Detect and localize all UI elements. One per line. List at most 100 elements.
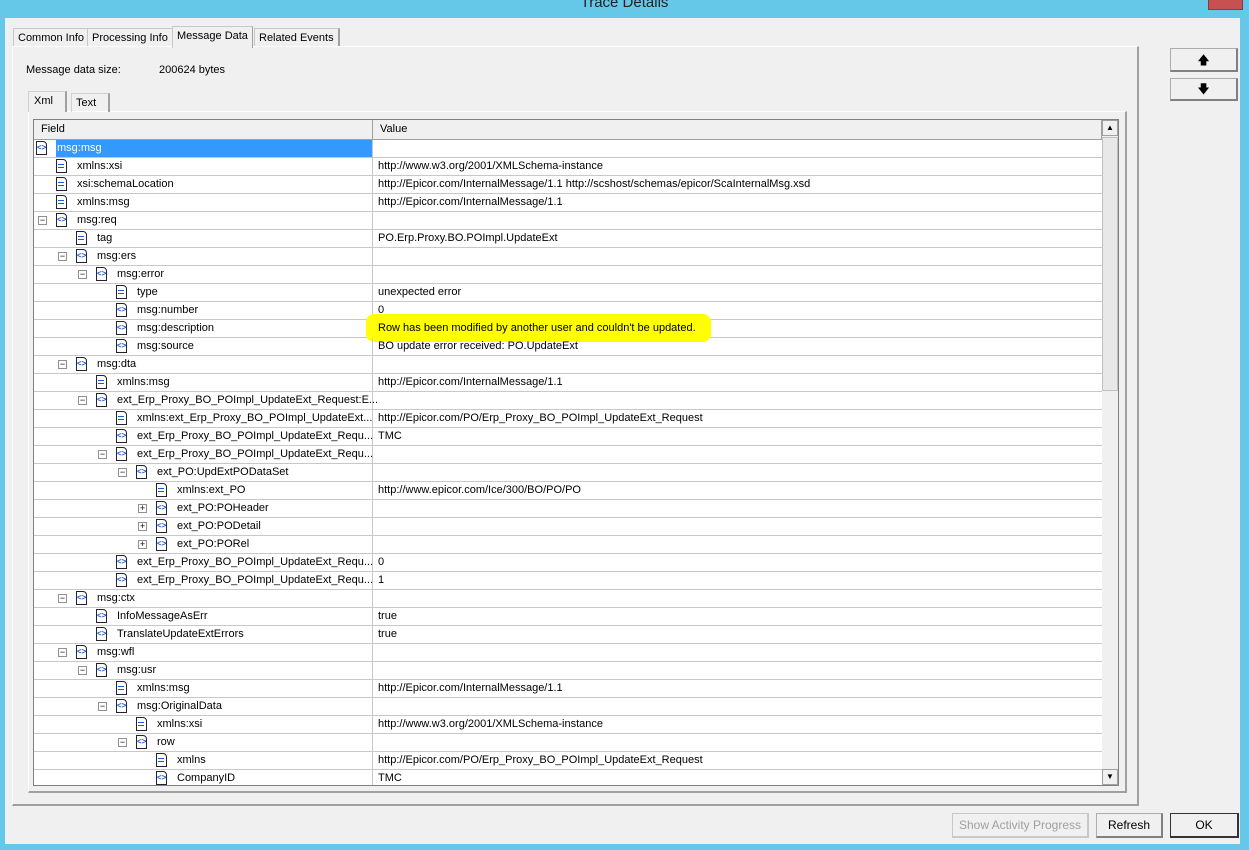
collapse-icon[interactable]: −	[38, 216, 47, 225]
table-row[interactable]: − <> ext_PO:UpdExtPODataSet	[34, 464, 1102, 482]
xml-element-icon: <>	[156, 771, 167, 785]
tab-xml[interactable]: Xml	[28, 91, 67, 112]
field-value: BO update error received: PO.UpdateExt	[378, 338, 578, 355]
column-header-field[interactable]: Field	[34, 120, 373, 139]
table-row[interactable]: xmlns http://Epicor.com/PO/Erp_Proxy_BO_P…	[34, 752, 1102, 770]
close-button[interactable]	[1208, 0, 1243, 10]
xml-element-icon: <>	[156, 519, 167, 533]
selection-highlight	[56, 140, 372, 157]
field-name: xmlns:msg	[117, 376, 170, 388]
field-name: msg:OriginalData	[137, 700, 222, 712]
collapse-icon[interactable]: −	[98, 450, 107, 459]
xml-element-icon: <>	[56, 213, 67, 227]
show-activity-progress-button[interactable]: Show Activity Progress	[952, 813, 1089, 838]
table-row[interactable]: − <> ext_Erp_Proxy_BO_POImpl_UpdateExt_Req…	[34, 446, 1102, 464]
table-row[interactable]: <> msg:msg	[34, 140, 1102, 158]
table-row[interactable]: <> TranslateUpdateExtErrors true	[34, 626, 1102, 644]
table-row[interactable]: + <> ext_PO:PORel	[34, 536, 1102, 554]
column-divider	[372, 626, 373, 644]
xml-element-icon: <>	[96, 609, 107, 623]
field-name: ext_PO:PORel	[177, 538, 250, 550]
field-value-text: 0	[378, 304, 385, 316]
vertical-scrollbar[interactable]: ▲ ▼	[1102, 120, 1118, 785]
collapse-icon[interactable]: −	[118, 738, 127, 747]
collapse-icon[interactable]: −	[78, 666, 87, 675]
table-row[interactable]: − <> msg:ctx	[34, 590, 1102, 608]
scroll-up-button[interactable]: ▲	[1102, 120, 1118, 136]
table-row[interactable]: − <> msg:ers	[34, 248, 1102, 266]
table-row[interactable]: xmlns:msg http://Epicor.com/InternalMessa…	[34, 680, 1102, 698]
expand-icon[interactable]: +	[138, 522, 147, 531]
table-row[interactable]: xmlns:xsi http://www.w3.org/2001/XMLSchem…	[34, 158, 1102, 176]
table-row[interactable]: − <> msg:error	[34, 266, 1102, 284]
expand-icon[interactable]: +	[138, 540, 147, 549]
table-row[interactable]: + <> ext_PO:PODetail	[34, 518, 1102, 536]
field-name: InfoMessageAsErr	[117, 610, 208, 622]
table-row[interactable]: <> InfoMessageAsErr true	[34, 608, 1102, 626]
table-row[interactable]: − <> msg:req	[34, 212, 1102, 230]
table-row[interactable]: + <> ext_PO:POHeader	[34, 500, 1102, 518]
field-name: xmlns:msg	[137, 682, 190, 694]
field-value: http://www.w3.org/2001/XMLSchema-instanc…	[378, 158, 603, 175]
table-row[interactable]: <> msg:source BO update error received: PO…	[34, 338, 1102, 356]
collapse-icon[interactable]: −	[58, 648, 67, 657]
xml-attribute-icon	[76, 231, 87, 245]
table-row[interactable]: <> msg:description Row has been modified b…	[34, 314, 1102, 342]
collapse-icon[interactable]: −	[58, 252, 67, 261]
tab-related-events[interactable]: Related Events	[254, 28, 340, 47]
field-value: http://www.w3.org/2001/XMLSchema-instanc…	[378, 716, 603, 733]
table-row[interactable]: <> ext_Erp_Proxy_BO_POImpl_UpdateExt_Requ…	[34, 572, 1102, 590]
field-name: xsi:schemaLocation	[77, 178, 174, 190]
field-name: msg:req	[77, 214, 117, 226]
tab-processing-info[interactable]: Processing Info	[87, 28, 174, 47]
table-row[interactable]: xmlns:msg http://Epicor.com/InternalMessa…	[34, 374, 1102, 392]
table-row[interactable]: xsi:schemaLocation http://Epicor.com/Inte…	[34, 176, 1102, 194]
table-row[interactable]: tag PO.Erp.Proxy.BO.POImpl.UpdateExt	[34, 230, 1102, 248]
collapse-icon[interactable]: −	[78, 270, 87, 279]
column-header-value[interactable]: Value	[373, 120, 1102, 139]
column-divider	[372, 428, 373, 446]
table-row[interactable]: type unexpected error	[34, 284, 1102, 302]
move-down-button[interactable]: 🡇	[1170, 78, 1238, 101]
collapse-icon[interactable]: −	[78, 396, 87, 405]
field-name: msg:wfl	[97, 646, 135, 658]
table-row[interactable]: xmlns:ext_PO http://www.epicor.com/Ice/30…	[34, 482, 1102, 500]
scroll-down-button[interactable]: ▼	[1102, 769, 1118, 785]
field-name: msg:ers	[97, 250, 137, 262]
table-row[interactable]: − <> msg:dta	[34, 356, 1102, 374]
tab-common-info[interactable]: Common Info	[13, 28, 91, 47]
table-row[interactable]: − <> msg:wfl	[34, 644, 1102, 662]
table-row[interactable]: − <> msg:OriginalData	[34, 698, 1102, 716]
collapse-icon[interactable]: −	[98, 702, 107, 711]
field-name: ext_Erp_Proxy_BO_POImpl_UpdateExt_Requ..…	[137, 574, 374, 586]
table-row[interactable]: xmlns:xsi http://www.w3.org/2001/XMLSchem…	[34, 716, 1102, 734]
table-row[interactable]: <> ext_Erp_Proxy_BO_POImpl_UpdateExt_Requ…	[34, 428, 1102, 446]
xml-attribute-icon	[96, 375, 107, 389]
collapse-icon[interactable]: −	[58, 360, 67, 369]
collapse-icon[interactable]: −	[118, 468, 127, 477]
field-name: type	[137, 286, 158, 298]
field-value-text: unexpected error	[378, 286, 462, 298]
ok-button[interactable]: OK	[1170, 813, 1239, 838]
field-name: ext_Erp_Proxy_BO_POImpl_UpdateExt_Requ..…	[137, 448, 374, 460]
table-row[interactable]: <> CompanyID TMC	[34, 770, 1102, 785]
column-divider	[372, 392, 373, 410]
refresh-button[interactable]: Refresh	[1096, 813, 1163, 838]
tab-message-data[interactable]: Message Data	[172, 26, 253, 48]
table-row[interactable]: − <> row	[34, 734, 1102, 752]
field-value-text: 0	[378, 556, 385, 568]
table-row[interactable]: − <> msg:usr	[34, 662, 1102, 680]
tab-text[interactable]: Text	[71, 93, 111, 112]
move-up-button[interactable]: 🡅	[1170, 48, 1238, 72]
xml-attribute-icon	[56, 159, 67, 173]
collapse-icon[interactable]: −	[58, 594, 67, 603]
table-row[interactable]: xmlns:msg http://Epicor.com/InternalMessa…	[34, 194, 1102, 212]
xml-element-icon: <>	[136, 465, 147, 479]
scroll-thumb[interactable]	[1102, 137, 1118, 391]
xml-element-icon: <>	[116, 447, 127, 461]
table-row[interactable]: xmlns:ext_Erp_Proxy_BO_POImpl_UpdateExt.…	[34, 410, 1102, 428]
field-name: msg:ctx	[97, 592, 135, 604]
expand-icon[interactable]: +	[138, 504, 147, 513]
table-row[interactable]: − <> ext_Erp_Proxy_BO_POImpl_UpdateExt_Req…	[34, 392, 1102, 410]
table-row[interactable]: <> ext_Erp_Proxy_BO_POImpl_UpdateExt_Requ…	[34, 554, 1102, 572]
